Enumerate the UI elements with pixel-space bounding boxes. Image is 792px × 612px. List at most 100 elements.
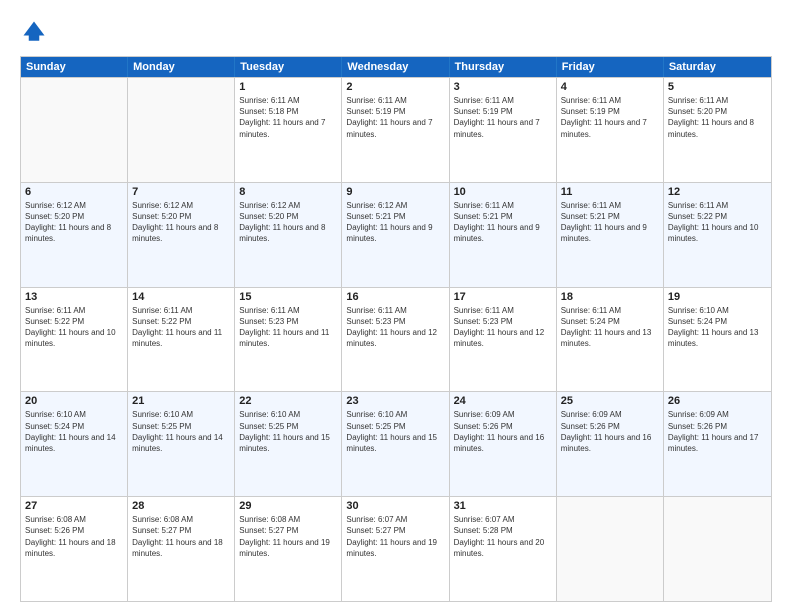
day-info: Sunrise: 6:12 AM Sunset: 5:20 PM Dayligh…: [25, 200, 123, 245]
calendar-cell: 3 Sunrise: 6:11 AM Sunset: 5:19 PM Daylig…: [450, 78, 557, 182]
calendar-week-row: 1 Sunrise: 6:11 AM Sunset: 5:18 PM Daylig…: [21, 77, 771, 182]
day-info: Sunrise: 6:10 AM Sunset: 5:25 PM Dayligh…: [239, 409, 337, 454]
day-info: Sunrise: 6:11 AM Sunset: 5:21 PM Dayligh…: [561, 200, 659, 245]
calendar-cell: 10 Sunrise: 6:11 AM Sunset: 5:21 PM Dayli…: [450, 183, 557, 287]
day-number: 9: [346, 186, 444, 198]
logo: [20, 18, 52, 46]
day-number: 11: [561, 186, 659, 198]
day-number: 15: [239, 291, 337, 303]
day-info: Sunrise: 6:07 AM Sunset: 5:27 PM Dayligh…: [346, 514, 444, 559]
calendar-header-cell: Friday: [557, 57, 664, 77]
calendar-cell: 20 Sunrise: 6:10 AM Sunset: 5:24 PM Dayli…: [21, 392, 128, 496]
calendar-cell: 21 Sunrise: 6:10 AM Sunset: 5:25 PM Dayli…: [128, 392, 235, 496]
day-number: 18: [561, 291, 659, 303]
calendar-cell: 25 Sunrise: 6:09 AM Sunset: 5:26 PM Dayli…: [557, 392, 664, 496]
day-info: Sunrise: 6:11 AM Sunset: 5:22 PM Dayligh…: [132, 305, 230, 350]
day-info: Sunrise: 6:11 AM Sunset: 5:18 PM Dayligh…: [239, 95, 337, 140]
day-number: 21: [132, 395, 230, 407]
calendar-cell: 24Sunrise: 6:09 AM Sunset: 5:26 PM Dayli…: [450, 392, 557, 496]
calendar-cell: 5Sunrise: 6:11 AM Sunset: 5:20 PM Daylig…: [664, 78, 771, 182]
day-number: 2: [346, 81, 444, 93]
calendar: SundayMondayTuesdayWednesdayThursdayFrid…: [20, 56, 772, 602]
day-info: Sunrise: 6:12 AM Sunset: 5:21 PM Dayligh…: [346, 200, 444, 245]
calendar-cell: 7 Sunrise: 6:12 AM Sunset: 5:20 PM Daylig…: [128, 183, 235, 287]
calendar-cell: 17 Sunrise: 6:11 AM Sunset: 5:23 PM Dayli…: [450, 288, 557, 392]
calendar-cell: 15 Sunrise: 6:11 AM Sunset: 5:23 PM Dayli…: [235, 288, 342, 392]
day-info: Sunrise: 6:11 AM Sunset: 5:24 PM Dayligh…: [561, 305, 659, 350]
day-number: 28: [132, 500, 230, 512]
day-number: 20: [25, 395, 123, 407]
calendar-header-cell: Thursday: [450, 57, 557, 77]
day-number: 4: [561, 81, 659, 93]
calendar-header-cell: Tuesday: [235, 57, 342, 77]
calendar-cell: 8Sunrise: 6:12 AM Sunset: 5:20 PM Daylig…: [235, 183, 342, 287]
calendar-cell: 11 Sunrise: 6:11 AM Sunset: 5:21 PM Dayli…: [557, 183, 664, 287]
calendar-cell: [664, 497, 771, 601]
logo-icon: [20, 18, 48, 46]
calendar-cell: 23Sunrise: 6:10 AM Sunset: 5:25 PM Dayli…: [342, 392, 449, 496]
day-info: Sunrise: 6:09 AM Sunset: 5:26 PM Dayligh…: [668, 409, 767, 454]
day-info: Sunrise: 6:09 AM Sunset: 5:26 PM Dayligh…: [561, 409, 659, 454]
calendar-cell: 27Sunrise: 6:08 AM Sunset: 5:26 PM Dayli…: [21, 497, 128, 601]
day-number: 22: [239, 395, 337, 407]
calendar-week-row: 6 Sunrise: 6:12 AM Sunset: 5:20 PM Daylig…: [21, 182, 771, 287]
day-number: 29: [239, 500, 337, 512]
day-info: Sunrise: 6:07 AM Sunset: 5:28 PM Dayligh…: [454, 514, 552, 559]
calendar-header-cell: Saturday: [664, 57, 771, 77]
day-number: 19: [668, 291, 767, 303]
day-number: 3: [454, 81, 552, 93]
day-info: Sunrise: 6:11 AM Sunset: 5:23 PM Dayligh…: [346, 305, 444, 350]
calendar-cell: 22 Sunrise: 6:10 AM Sunset: 5:25 PM Dayli…: [235, 392, 342, 496]
day-number: 17: [454, 291, 552, 303]
day-info: Sunrise: 6:12 AM Sunset: 5:20 PM Dayligh…: [132, 200, 230, 245]
calendar-header-row: SundayMondayTuesdayWednesdayThursdayFrid…: [21, 57, 771, 77]
day-number: 1: [239, 81, 337, 93]
day-info: Sunrise: 6:11 AM Sunset: 5:23 PM Dayligh…: [454, 305, 552, 350]
day-number: 25: [561, 395, 659, 407]
day-info: Sunrise: 6:08 AM Sunset: 5:27 PM Dayligh…: [132, 514, 230, 559]
calendar-cell: 26 Sunrise: 6:09 AM Sunset: 5:26 PM Dayli…: [664, 392, 771, 496]
day-info: Sunrise: 6:10 AM Sunset: 5:25 PM Dayligh…: [132, 409, 230, 454]
day-number: 6: [25, 186, 123, 198]
day-number: 16: [346, 291, 444, 303]
day-info: Sunrise: 6:11 AM Sunset: 5:22 PM Dayligh…: [25, 305, 123, 350]
day-info: Sunrise: 6:10 AM Sunset: 5:24 PM Dayligh…: [668, 305, 767, 350]
calendar-cell: 14 Sunrise: 6:11 AM Sunset: 5:22 PM Dayli…: [128, 288, 235, 392]
day-number: 30: [346, 500, 444, 512]
header: [20, 18, 772, 46]
calendar-cell: 30 Sunrise: 6:07 AM Sunset: 5:27 PM Dayli…: [342, 497, 449, 601]
day-info: Sunrise: 6:08 AM Sunset: 5:26 PM Dayligh…: [25, 514, 123, 559]
day-info: Sunrise: 6:11 AM Sunset: 5:19 PM Dayligh…: [561, 95, 659, 140]
day-number: 26: [668, 395, 767, 407]
day-number: 13: [25, 291, 123, 303]
calendar-cell: [21, 78, 128, 182]
day-info: Sunrise: 6:10 AM Sunset: 5:25 PM Dayligh…: [346, 409, 444, 454]
day-number: 14: [132, 291, 230, 303]
calendar-week-row: 13 Sunrise: 6:11 AM Sunset: 5:22 PM Dayli…: [21, 287, 771, 392]
calendar-body: 1 Sunrise: 6:11 AM Sunset: 5:18 PM Daylig…: [21, 77, 771, 601]
calendar-header-cell: Wednesday: [342, 57, 449, 77]
calendar-cell: 19 Sunrise: 6:10 AM Sunset: 5:24 PM Dayli…: [664, 288, 771, 392]
calendar-cell: 18 Sunrise: 6:11 AM Sunset: 5:24 PM Dayli…: [557, 288, 664, 392]
day-info: Sunrise: 6:11 AM Sunset: 5:21 PM Dayligh…: [454, 200, 552, 245]
calendar-cell: 28 Sunrise: 6:08 AM Sunset: 5:27 PM Dayli…: [128, 497, 235, 601]
day-number: 10: [454, 186, 552, 198]
calendar-cell: [128, 78, 235, 182]
calendar-cell: 31 Sunrise: 6:07 AM Sunset: 5:28 PM Dayli…: [450, 497, 557, 601]
day-info: Sunrise: 6:10 AM Sunset: 5:24 PM Dayligh…: [25, 409, 123, 454]
calendar-cell: 2 Sunrise: 6:11 AM Sunset: 5:19 PM Daylig…: [342, 78, 449, 182]
calendar-cell: 29 Sunrise: 6:08 AM Sunset: 5:27 PM Dayli…: [235, 497, 342, 601]
day-number: 7: [132, 186, 230, 198]
day-info: Sunrise: 6:08 AM Sunset: 5:27 PM Dayligh…: [239, 514, 337, 559]
calendar-cell: 6 Sunrise: 6:12 AM Sunset: 5:20 PM Daylig…: [21, 183, 128, 287]
calendar-cell: 1 Sunrise: 6:11 AM Sunset: 5:18 PM Daylig…: [235, 78, 342, 182]
day-number: 31: [454, 500, 552, 512]
calendar-header-cell: Sunday: [21, 57, 128, 77]
calendar-week-row: 27Sunrise: 6:08 AM Sunset: 5:26 PM Dayli…: [21, 496, 771, 601]
day-info: Sunrise: 6:11 AM Sunset: 5:19 PM Dayligh…: [346, 95, 444, 140]
day-number: 5: [668, 81, 767, 93]
day-info: Sunrise: 6:11 AM Sunset: 5:23 PM Dayligh…: [239, 305, 337, 350]
day-info: Sunrise: 6:12 AM Sunset: 5:20 PM Dayligh…: [239, 200, 337, 245]
day-info: Sunrise: 6:11 AM Sunset: 5:19 PM Dayligh…: [454, 95, 552, 140]
calendar-cell: 13 Sunrise: 6:11 AM Sunset: 5:22 PM Dayli…: [21, 288, 128, 392]
